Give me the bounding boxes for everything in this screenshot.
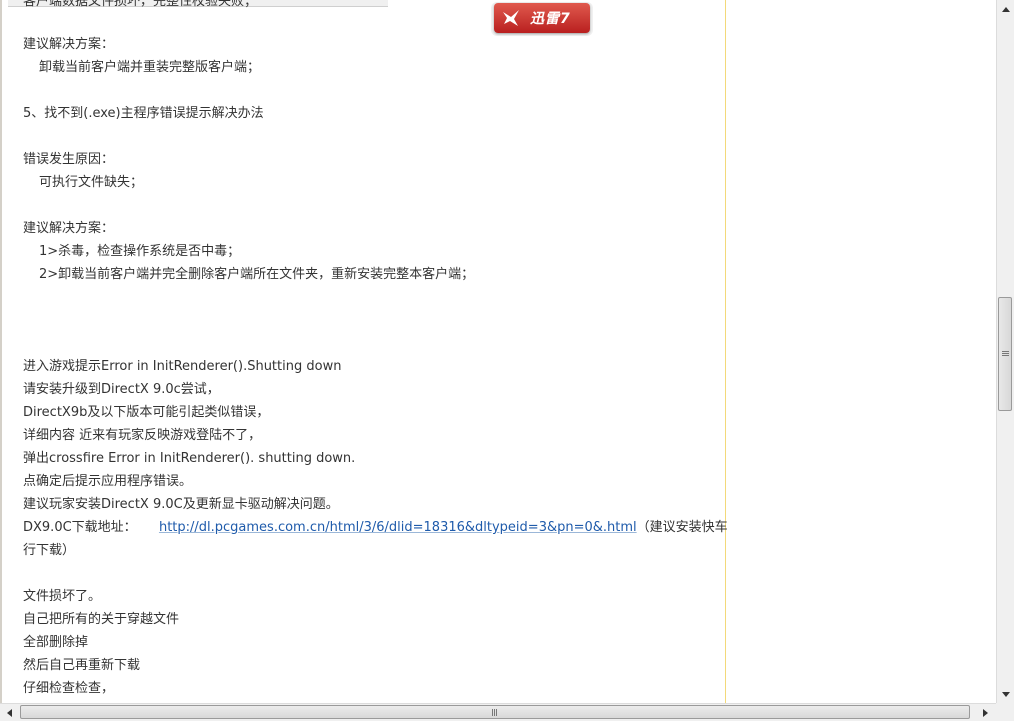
download-line: DX9.0C下载地址： http://dl.pcgames.com.cn/htm… — [23, 519, 741, 537]
article-line: 2>卸载当前客户端并完全删除客户端所在文件夹，重新安装完整本客户端； — [39, 267, 475, 282]
arrow-down-icon[interactable] — [997, 685, 1014, 703]
horizontal-scrollbar[interactable] — [0, 703, 996, 721]
article-line: 1>杀毒，检查操作系统是否中毒； — [39, 244, 241, 259]
article-line: 文件损坏了。 — [23, 589, 102, 604]
xunlei-badge[interactable]: 迅雷7 — [494, 3, 590, 33]
download-label: DX9.0C下载地址： — [23, 520, 137, 535]
scrollbar-corner — [996, 703, 1014, 721]
article-line: 仔细检查检查， — [23, 681, 115, 696]
thunder-bird-icon — [500, 7, 522, 29]
article-line: 建议玩家安装DirectX 9.0C及更新显卡驱动解决问题。 — [23, 497, 339, 512]
window-edge — [0, 0, 2, 703]
article-line: 行下载） — [23, 543, 76, 558]
vertical-scrollbar[interactable] — [996, 0, 1014, 703]
article-line: 详细内容 近来有玩家反映游戏登陆不了， — [23, 428, 262, 443]
page-viewport: 客户端数据文件损坏，完整性校验失败； 建议解决方案： 卸载当前客户端并重装完整版… — [0, 0, 996, 703]
horizontal-scroll-thumb[interactable] — [20, 705, 970, 719]
arrow-right-icon[interactable] — [976, 704, 994, 721]
article-line: 弹出crossfire Error in InitRenderer(). shu… — [23, 451, 356, 466]
article-line: 5、找不到(.exe)主程序错误提示解决办法 — [23, 106, 264, 121]
article-line-cut: 客户端数据文件损坏，完整性校验失败； — [23, 0, 258, 9]
article-line: 然后自己再重新下载 — [23, 658, 141, 673]
download-suffix: （建议安装快车进 — [636, 520, 741, 535]
article-line: 建议解决方案： — [23, 221, 115, 236]
article-line: DirectX9b及以下版本可能引起类似错误， — [23, 405, 270, 420]
arrow-left-icon[interactable] — [0, 704, 18, 721]
article-line: 点确定后提示应用程序错误。 — [23, 474, 193, 489]
xunlei-badge-label: 迅雷7 — [530, 11, 571, 27]
article-line: 进入游戏提示Error in InitRenderer().Shutting d… — [23, 359, 342, 374]
arrow-up-icon[interactable] — [997, 0, 1014, 18]
download-link[interactable]: http://dl.pcgames.com.cn/html/3/6/dlid=1… — [159, 520, 637, 535]
article-line: 建议解决方案： — [23, 37, 115, 52]
article-line: 自己把所有的关于穿越文件 — [23, 612, 180, 627]
right-sidebar — [727, 0, 996, 703]
article-line: 错误发生原因： — [23, 152, 115, 167]
article-line: 可执行文件缺失； — [39, 175, 144, 190]
article-body: 客户端数据文件损坏，完整性校验失败； 建议解决方案： 卸载当前客户端并重装完整版… — [8, 0, 741, 703]
article-line: 卸载当前客户端并重装完整版客户端； — [39, 60, 261, 75]
vertical-scroll-thumb[interactable] — [998, 297, 1012, 411]
article-line: 全部删除掉 — [23, 635, 89, 650]
article-line: 请安装升级到DirectX 9.0c尝试， — [23, 382, 220, 397]
